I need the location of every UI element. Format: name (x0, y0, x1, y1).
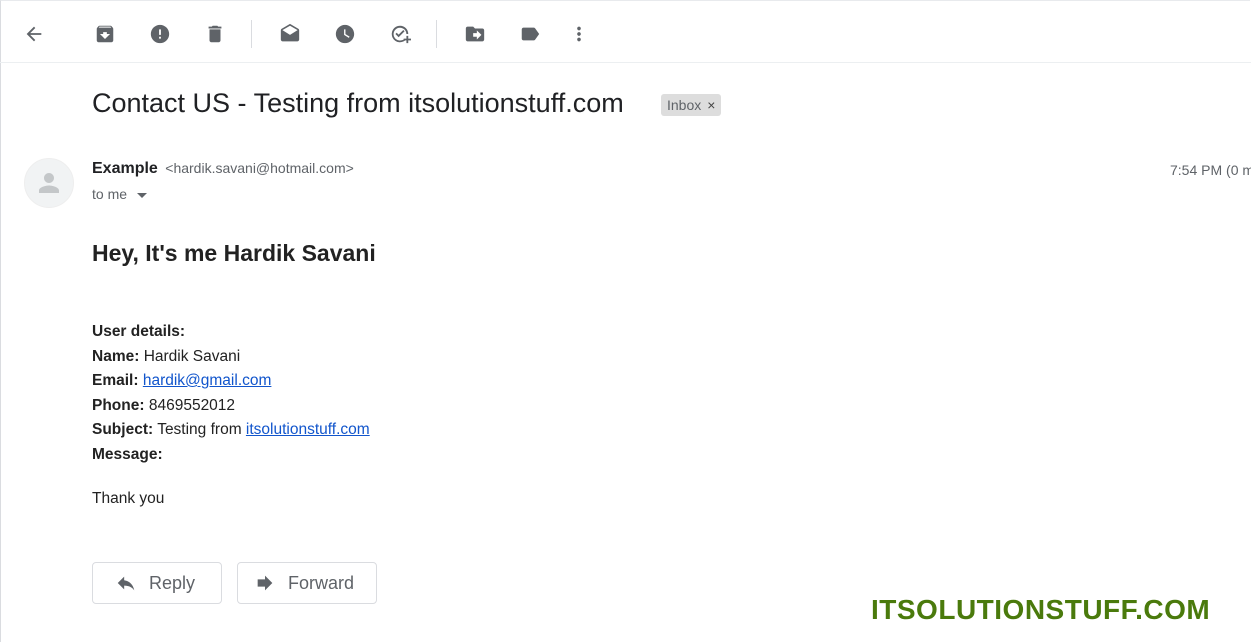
person-icon (39, 173, 59, 193)
subject-prefix: Testing from (157, 421, 242, 438)
message-label: Message: (92, 445, 163, 463)
reply-button[interactable]: Reply (92, 562, 222, 604)
message-row: Message: (92, 443, 370, 468)
message-heading: Hey, It's me Hardik Savani (92, 240, 376, 266)
label-icon[interactable] (510, 14, 550, 54)
recipient-details-toggle[interactable]: to me (92, 186, 148, 202)
phone-label: Phone: (92, 396, 145, 414)
details-title: User details: (92, 323, 186, 340)
report-spam-icon[interactable] (140, 14, 180, 54)
subject-row: Subject: Testing from itsolutionstuff.co… (92, 418, 370, 443)
more-icon[interactable] (559, 14, 599, 54)
name-label: Name: (92, 347, 140, 365)
forward-label: Forward (288, 572, 355, 593)
watermark: ITSOLUTIONSTUFF.COM (871, 594, 1211, 625)
closing-text: Thank you (92, 490, 165, 507)
name-value: Hardik Savani (143, 347, 241, 365)
name-row: Name: Hardik Savani (92, 345, 370, 370)
subject-link[interactable]: itsolutionstuff.com (246, 421, 370, 438)
avatar (24, 158, 74, 208)
email-link[interactable]: hardik@gmail.com (143, 372, 272, 389)
subject-label: Subject: (92, 421, 154, 438)
email-row: Email: hardik@gmail.com (92, 369, 370, 394)
toolbar (0, 0, 1251, 63)
forward-icon (257, 575, 273, 591)
recipient-text: to me (92, 186, 128, 202)
toolbar-divider (251, 20, 252, 48)
mark-unread-icon[interactable] (270, 14, 310, 54)
forward-button[interactable]: Forward (237, 562, 377, 604)
move-to-icon[interactable] (455, 14, 495, 54)
reply-label: Reply (149, 572, 196, 593)
toolbar-divider (436, 20, 437, 48)
back-icon[interactable] (14, 14, 54, 54)
phone-row: Phone: 8469552012 (92, 394, 370, 419)
details-title-row: User details: (92, 320, 370, 345)
chevron-down-icon[interactable] (137, 192, 148, 198)
user-details: User details: Name: Hardik Savani Email:… (92, 320, 370, 467)
add-task-icon[interactable] (380, 14, 420, 54)
sender-name[interactable]: Example (92, 160, 158, 177)
timestamp: 7:54 PM (0 m (1170, 162, 1251, 178)
remove-label-icon[interactable]: × (707, 94, 715, 116)
snooze-icon[interactable] (325, 14, 365, 54)
archive-icon[interactable] (85, 14, 125, 54)
reply-icon (117, 576, 135, 591)
label-chip-text: Inbox (667, 97, 702, 113)
phone-value: 8469552012 (148, 396, 236, 414)
sender-line: Example <hardik.savani@hotmail.com> (92, 160, 354, 178)
inbox-label-chip[interactable]: Inbox × (661, 94, 722, 116)
sender-email: <hardik.savani@hotmail.com> (165, 160, 354, 176)
delete-icon[interactable] (195, 14, 235, 54)
email-label: Email: (92, 372, 139, 389)
email-subject: Contact US - Testing from itsolutionstuf… (92, 88, 624, 118)
